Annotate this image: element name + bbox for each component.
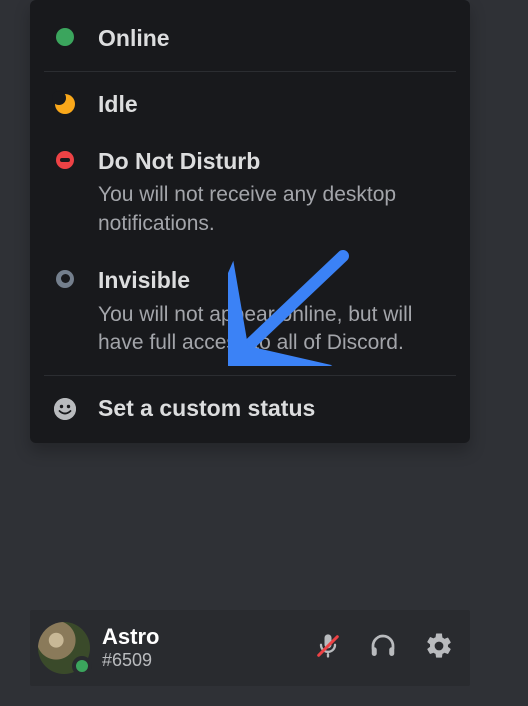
status-option-idle[interactable]: Idle bbox=[30, 76, 470, 133]
status-label: Idle bbox=[98, 90, 452, 119]
status-label: Online bbox=[98, 24, 452, 53]
status-desc: You will not receive any desktop notific… bbox=[98, 181, 452, 238]
settings-gear-icon[interactable] bbox=[424, 631, 454, 666]
avatar[interactable] bbox=[38, 622, 90, 674]
status-label: Do Not Disturb bbox=[98, 147, 452, 176]
online-icon bbox=[56, 28, 74, 46]
username: Astro bbox=[102, 625, 314, 649]
status-option-custom[interactable]: Set a custom status bbox=[30, 380, 470, 437]
user-name-block[interactable]: Astro #6509 bbox=[102, 625, 314, 670]
presence-online-icon bbox=[72, 656, 92, 676]
status-label: Invisible bbox=[98, 266, 452, 295]
deafen-headphones-icon[interactable] bbox=[368, 631, 398, 666]
status-option-dnd[interactable]: Do Not Disturb You will not receive any … bbox=[30, 133, 470, 252]
status-popup: Online Idle Do Not Disturb You will not … bbox=[30, 0, 470, 443]
mute-mic-icon[interactable] bbox=[314, 632, 342, 665]
divider bbox=[44, 375, 456, 376]
discriminator: #6509 bbox=[102, 650, 314, 671]
dnd-icon bbox=[56, 151, 74, 169]
status-option-online[interactable]: Online bbox=[30, 10, 470, 67]
user-panel: Astro #6509 bbox=[30, 610, 470, 686]
emoji-icon bbox=[54, 398, 76, 420]
idle-icon bbox=[55, 94, 75, 114]
divider bbox=[44, 71, 456, 72]
invisible-icon bbox=[56, 270, 74, 288]
status-label: Set a custom status bbox=[98, 394, 452, 423]
status-option-invisible[interactable]: Invisible You will not appear online, bu… bbox=[30, 252, 470, 371]
status-desc: You will not appear online, but will hav… bbox=[98, 301, 452, 358]
